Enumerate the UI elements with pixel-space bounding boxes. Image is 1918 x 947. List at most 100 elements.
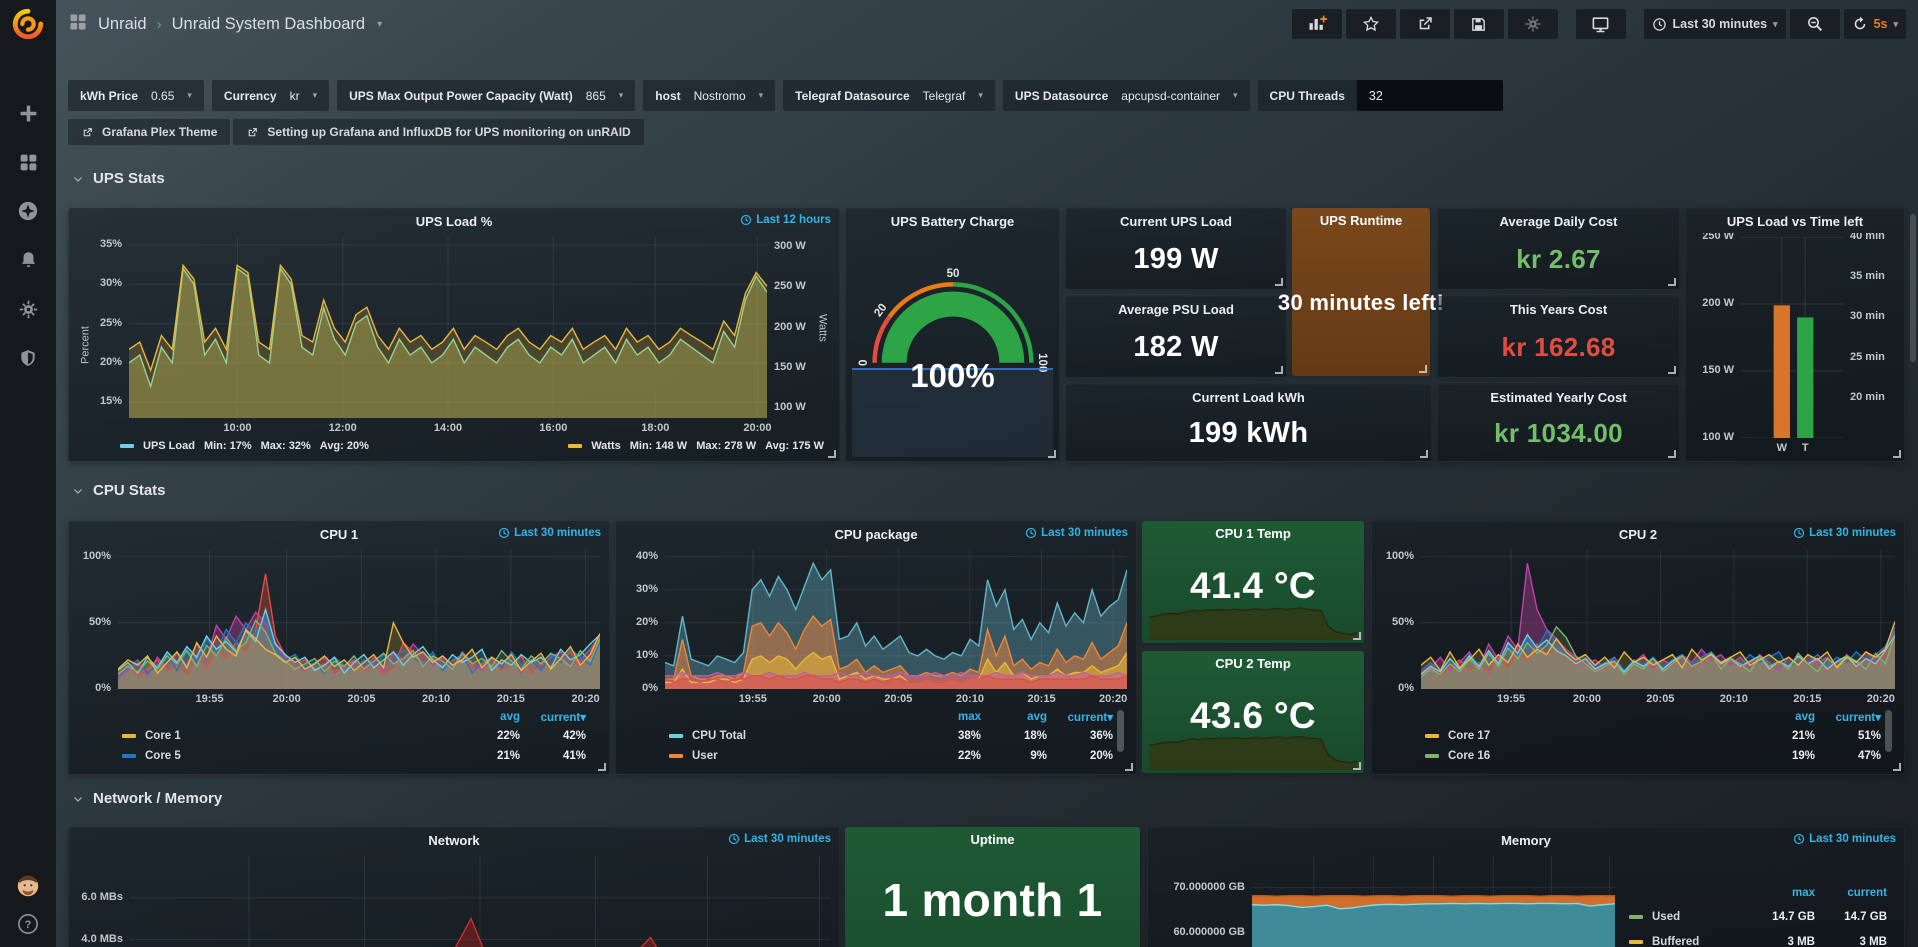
legend-scrollbar[interactable] — [1117, 710, 1124, 752]
dashboards-icon[interactable] — [17, 151, 39, 173]
legend-series-name[interactable]: User — [669, 750, 915, 762]
var-host[interactable]: hostNostromo▾ — [643, 80, 775, 111]
link-grafana-plex-theme[interactable]: Grafana Plex Theme — [68, 119, 230, 145]
panel-timerange[interactable]: Last 30 minutes — [1793, 527, 1896, 539]
settings-gear-icon[interactable] — [1508, 9, 1558, 39]
legend-column-current[interactable]: current▾ — [520, 710, 586, 724]
plot-area[interactable] — [129, 237, 767, 418]
panel-timerange[interactable]: Last 30 minutes — [1793, 833, 1896, 845]
panel-average-daily-cost: Average Daily Cost kr 2.67 — [1437, 208, 1680, 290]
legend-series-name[interactable]: Core 17 — [1425, 730, 1749, 742]
resize-handle[interactable] — [1420, 450, 1428, 458]
legend-series-name[interactable]: CPU Total — [669, 730, 915, 742]
resize-handle[interactable] — [1668, 366, 1676, 374]
plot-area[interactable] — [130, 856, 830, 947]
server-admin-shield-icon[interactable] — [17, 347, 39, 369]
create-plus-icon[interactable] — [17, 102, 39, 124]
plot-area[interactable] — [1252, 856, 1615, 947]
time-range-picker[interactable]: Last 30 minutes ▾ — [1644, 9, 1786, 39]
legend-column-max[interactable]: max — [915, 711, 981, 723]
panel-timerange[interactable]: Last 30 minutes — [498, 527, 601, 539]
refresh-picker[interactable]: 5s ▾ — [1844, 9, 1906, 39]
user-avatar[interactable] — [17, 875, 39, 897]
legend-row: Core 521%41% — [122, 746, 586, 766]
link-ups-monitoring-guide[interactable]: Setting up Grafana and InfluxDB for UPS … — [233, 119, 643, 145]
var-ups-datasource[interactable]: UPS Datasourceapcupsd-container▾ — [1003, 80, 1250, 111]
section-cpu-stats[interactable]: CPU Stats — [72, 482, 166, 499]
var-kwh-price[interactable]: kWh Price0.65▾ — [68, 80, 204, 111]
tv-mode-button[interactable] — [1576, 9, 1626, 39]
breadcrumb-app[interactable]: Unraid — [98, 15, 147, 34]
resize-handle[interactable] — [1125, 763, 1133, 771]
legend-scrollbar[interactable] — [1885, 710, 1892, 752]
zoom-out-button[interactable] — [1790, 9, 1840, 39]
timeseries: 2.0 MBs4.0 MBs6.0 MBs — [74, 852, 834, 947]
panel-cpu1: CPU 1 Last 30 minutes 0%50%100%19:5520:0… — [68, 521, 610, 775]
legend-column-avg[interactable]: avg — [981, 711, 1047, 723]
legend: maxavgcurrent▾CPU Total38%18%36%User22%9… — [625, 707, 1127, 769]
legend-column-current[interactable]: current▾ — [1047, 710, 1113, 724]
grafana-logo-icon[interactable] — [11, 7, 45, 46]
y-axis-right: 100 W150 W200 W250 W300 W — [767, 237, 815, 436]
share-button[interactable] — [1400, 9, 1450, 39]
legend-series-name[interactable]: Used — [1629, 911, 1743, 923]
y-tick-label: 6.0 MBs — [81, 891, 123, 903]
resize-handle[interactable] — [1275, 366, 1283, 374]
add-panel-button[interactable] — [1292, 9, 1342, 39]
panel-timerange[interactable]: Last 30 minutes — [1025, 527, 1128, 539]
top-navbar: Unraid › Unraid System Dashboard ▾ Last … — [56, 0, 1918, 48]
chevron-down-icon: ▾ — [1233, 90, 1238, 101]
plot-area[interactable] — [118, 550, 600, 689]
var-ups-max-output[interactable]: UPS Max Output Power Capacity (Watt)865▾ — [337, 80, 635, 111]
y-tick-label: 35 min — [1850, 270, 1885, 282]
apps-grid-icon[interactable] — [68, 12, 88, 37]
star-button[interactable] — [1346, 9, 1396, 39]
resize-handle[interactable] — [1893, 450, 1901, 458]
legend-series-name[interactable]: Buffered — [1629, 936, 1743, 947]
legend-column-avg[interactable]: avg — [454, 711, 520, 723]
sidebar-bottom: ? — [17, 875, 39, 935]
cpu-threads-input[interactable] — [1357, 80, 1503, 111]
plot-area[interactable] — [665, 550, 1127, 689]
section-ups-stats[interactable]: UPS Stats — [72, 170, 165, 187]
legend-series-name[interactable]: Core 1 — [122, 730, 454, 742]
resize-handle[interactable] — [1353, 762, 1361, 770]
resize-handle[interactable] — [598, 763, 606, 771]
explore-compass-icon[interactable] — [17, 200, 39, 222]
legend-stat: Max: 278 W — [696, 440, 756, 452]
help-icon[interactable]: ? — [17, 913, 39, 935]
bar-label: W — [1777, 442, 1787, 454]
save-button[interactable] — [1454, 9, 1504, 39]
legend-column-current[interactable]: current — [1815, 887, 1887, 899]
resize-handle[interactable] — [1353, 632, 1361, 640]
resize-handle[interactable] — [1668, 450, 1676, 458]
resize-handle[interactable] — [1048, 450, 1056, 458]
resize-handle[interactable] — [1419, 365, 1427, 373]
legend-column-current[interactable]: current▾ — [1815, 710, 1881, 724]
resize-handle[interactable] — [1893, 763, 1901, 771]
chevron-down-icon[interactable]: ▾ — [377, 19, 382, 30]
var-currency[interactable]: Currencykr▾ — [212, 80, 329, 111]
x-tick-label: 18:00 — [641, 422, 669, 434]
legend-series[interactable]: WattsMin: 148 WMax: 278 WAvg: 175 W — [568, 440, 824, 452]
var-telegraf-datasource[interactable]: Telegraf DatasourceTelegraf▾ — [783, 80, 995, 111]
panel-timerange[interactable]: Last 12 hours — [740, 214, 831, 226]
legend-series[interactable]: UPS LoadMin: 17%Max: 32%Avg: 20% — [120, 440, 369, 452]
dashboard-title[interactable]: Unraid System Dashboard — [172, 15, 366, 34]
resize-handle[interactable] — [1275, 278, 1283, 286]
legend-series-name[interactable]: Core 16 — [1425, 750, 1749, 762]
resize-handle[interactable] — [1668, 278, 1676, 286]
plot-area[interactable] — [1421, 550, 1895, 689]
resize-handle[interactable] — [828, 450, 836, 458]
legend-column-avg[interactable]: avg — [1749, 711, 1815, 723]
panel-timerange[interactable]: Last 30 minutes — [728, 833, 831, 845]
legend-column-max[interactable]: max — [1743, 887, 1815, 899]
configuration-gear-icon[interactable] — [17, 298, 39, 320]
y-tick-label: 0% — [95, 682, 111, 694]
legend-value: 22% — [915, 750, 981, 762]
section-network-memory[interactable]: Network / Memory — [72, 790, 222, 807]
page-scrollbar[interactable] — [1910, 214, 1916, 362]
plot-area[interactable] — [1741, 237, 1843, 438]
alerting-bell-icon[interactable] — [17, 249, 39, 271]
legend-series-name[interactable]: Core 5 — [122, 750, 454, 762]
